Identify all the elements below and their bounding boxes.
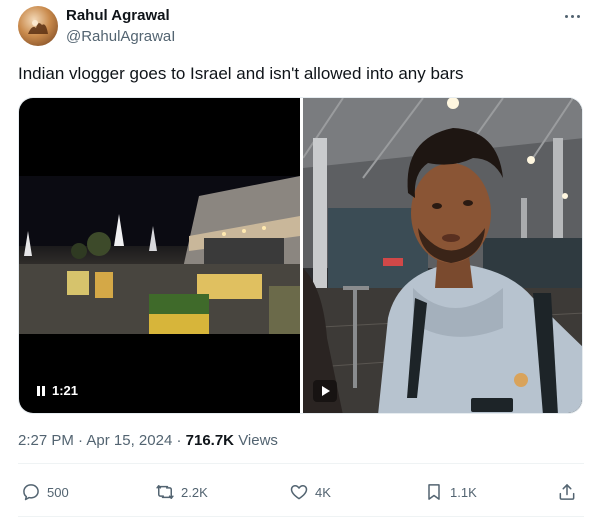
meta-separator: ·: [78, 432, 84, 449]
pause-icon[interactable]: [37, 386, 46, 396]
views-label: Views: [238, 432, 278, 449]
repost-icon: [156, 485, 174, 499]
like-icon: [290, 485, 308, 500]
reply-count: 500: [47, 484, 69, 500]
tweet-text: Indian vlogger goes to Israel and isn't …: [18, 64, 464, 83]
views-count[interactable]: 716.7K: [186, 432, 234, 449]
video-frame-scene-second: [303, 98, 582, 413]
bookmark-count: 1.1K: [450, 484, 477, 500]
bookmark-icon: [428, 484, 440, 500]
play-icon[interactable]: [313, 380, 337, 402]
video-duration: 1:21: [52, 383, 79, 398]
divider: [18, 516, 584, 517]
share-icon: [559, 484, 575, 500]
tweet-time[interactable]: 2:27 PM: [18, 432, 74, 449]
reply-icon: [23, 484, 39, 501]
reply-button[interactable]: 500: [21, 480, 69, 504]
more-icon[interactable]: [562, 10, 584, 24]
tweet-meta: 2:27 PM · Apr 15, 2024 · 716.7K Views: [18, 431, 278, 451]
tweet-date[interactable]: Apr 15, 2024: [86, 432, 172, 449]
tweet-card: Rahul Agrawal @RahulAgrawaI Indian vlogg…: [0, 0, 604, 521]
author-block: Rahul Agrawal @RahulAgrawaI: [66, 7, 175, 47]
video-thumbnail[interactable]: 1:21: [19, 98, 300, 413]
divider: [18, 463, 584, 464]
video-frame: [19, 176, 300, 334]
action-bar: 500 2.2K 4K 1.1K: [0, 480, 604, 504]
author-name[interactable]: Rahul Agrawal: [66, 7, 175, 25]
share-button[interactable]: [557, 480, 577, 504]
like-count: 4K: [315, 484, 331, 500]
bookmark-button[interactable]: 1.1K: [424, 480, 477, 504]
video-frame-scene: [19, 176, 300, 334]
avatar[interactable]: [18, 6, 58, 46]
video-thumbnail-second[interactable]: [303, 98, 582, 413]
author-handle[interactable]: @RahulAgrawaI: [66, 27, 175, 47]
avatar-image: [28, 20, 48, 34]
repost-count: 2.2K: [181, 484, 208, 500]
video-duration-badge[interactable]: 1:21: [31, 380, 85, 402]
meta-separator: ·: [176, 432, 182, 449]
media-grid: 1:21: [18, 97, 583, 414]
repost-button[interactable]: 2.2K: [155, 480, 208, 504]
like-button[interactable]: 4K: [289, 480, 331, 504]
